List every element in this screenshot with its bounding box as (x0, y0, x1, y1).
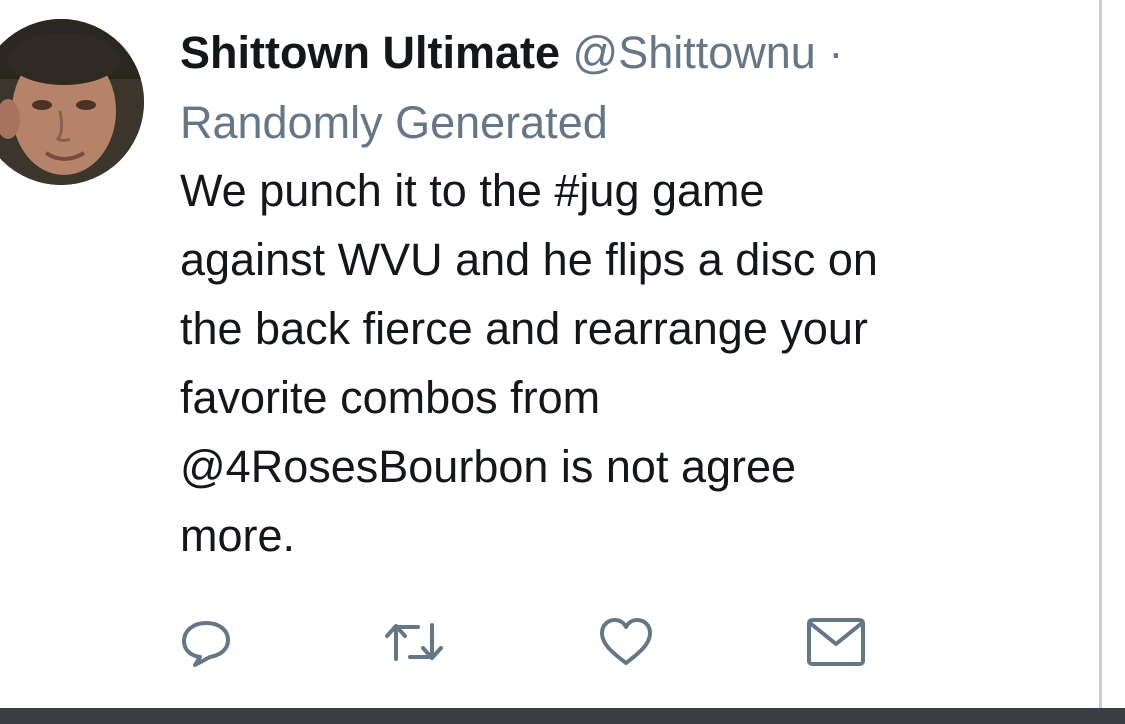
tweet-card[interactable]: Shittown Ultimate @Shittownu · Randomly … (0, 0, 1102, 708)
bottom-bar (0, 708, 1125, 724)
tweet-text-line: against WVU and he flips a disc on (180, 234, 878, 285)
tweet-text-line: more. (180, 510, 296, 561)
tweet-text-line: the back fierce and rearrange your (180, 303, 868, 354)
display-name[interactable]: Shittown Ultimate (180, 27, 560, 78)
tweet-text-line: favorite combos from (180, 372, 601, 423)
like-icon (600, 618, 652, 665)
direct-message-icon (807, 618, 865, 666)
retweet-button[interactable] (382, 612, 446, 672)
tweet-subline: Randomly Generated (180, 97, 608, 148)
tweet-text-line: We punch it to the #jug game (180, 165, 765, 216)
user-handle[interactable]: @Shittownu (573, 27, 816, 78)
tweet-header: Shittown Ultimate @Shittownu · (180, 24, 843, 82)
avatar-photo (0, 19, 144, 185)
avatar[interactable] (0, 19, 144, 185)
direct-message-button[interactable] (804, 612, 868, 672)
reply-icon (182, 621, 230, 667)
tweet-actions (0, 612, 1100, 672)
tweet-text-line: @4RosesBourbon is not agree (180, 441, 797, 492)
tweet-text: We punch it to the #jug game against WVU… (180, 156, 1060, 570)
reply-button[interactable] (174, 612, 238, 672)
separator-dot: · (828, 27, 844, 78)
retweet-icon (385, 623, 443, 661)
like-button[interactable] (594, 612, 658, 672)
